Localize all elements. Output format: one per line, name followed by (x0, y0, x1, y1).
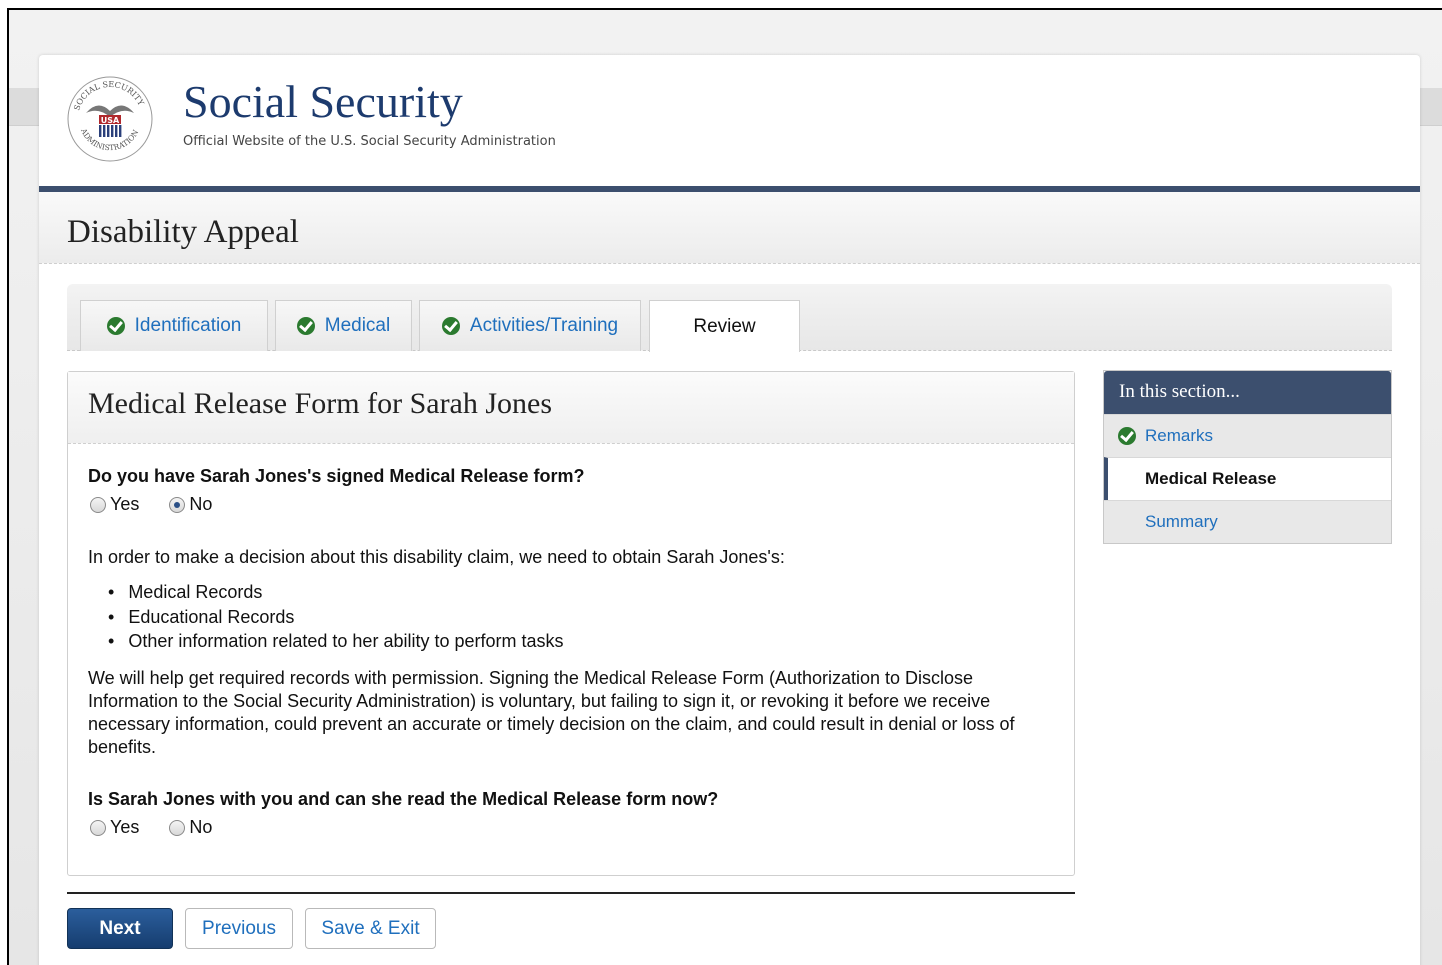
tab-medical[interactable]: Medical (275, 300, 412, 351)
radio-read-no[interactable]: No (169, 817, 212, 838)
records-list: Medical Records Educational Records Othe… (108, 580, 564, 654)
radio-circle-icon (90, 819, 106, 836)
page-title: Disability Appeal (67, 214, 299, 250)
button-divider (67, 892, 1075, 894)
radio-circle-icon (169, 819, 186, 836)
intro-text: In order to make a decision about this d… (88, 547, 785, 567)
previous-button[interactable]: Previous (185, 908, 293, 949)
save-exit-button[interactable]: Save & Exit (305, 908, 436, 949)
site-header: SOCIAL SECURITY ADMINISTRATION USA Socia… (39, 55, 1420, 186)
check-circle-icon (1118, 427, 1136, 445)
info-text: We will help get required records with p… (88, 668, 1015, 757)
title-band: Disability Appeal (39, 192, 1420, 264)
medical-release-panel: Medical Release Form for Sarah Jones Do … (67, 371, 1075, 876)
panel-header: Medical Release Form for Sarah Jones (68, 372, 1074, 444)
sidebar-heading: In this section... (1104, 371, 1391, 414)
panel-title: Medical Release Form for Sarah Jones (88, 387, 553, 420)
radio-circle-icon (90, 496, 106, 513)
question-read-now: Is Sarah Jones with you and can she read… (88, 789, 719, 809)
tab-identification[interactable]: Identification (80, 300, 268, 351)
browser-viewport: SOCIAL SECURITY ADMINISTRATION USA Socia… (7, 8, 1442, 965)
section-sidebar: In this section... Remarks Medical Relea… (1103, 370, 1392, 544)
svg-text:USA: USA (101, 116, 120, 125)
radio-selected-icon (169, 496, 186, 513)
radio-group-read-now: Yes No (90, 817, 212, 838)
tab-activities-training[interactable]: Activities/Training (419, 300, 641, 351)
check-circle-icon (441, 317, 460, 335)
sidebar-item-summary[interactable]: Summary (1104, 500, 1391, 543)
site-title[interactable]: Social Security (183, 79, 463, 125)
check-circle-icon (106, 317, 125, 335)
radio-group-signed-release: Yes No (90, 494, 212, 515)
sidebar-item-medical-release[interactable]: Medical Release (1104, 457, 1391, 500)
question-signed-release: Do you have Sarah Jones's signed Medical… (88, 466, 585, 486)
tab-strip: Identification Medical Activities/Traini… (67, 284, 1392, 352)
ssa-seal-icon: SOCIAL SECURITY ADMINISTRATION USA (67, 76, 153, 162)
sidebar-item-remarks[interactable]: Remarks (1104, 414, 1391, 457)
site-subtitle: Official Website of the U.S. Social Secu… (183, 134, 556, 149)
list-item: Other information related to her ability… (108, 629, 563, 654)
check-circle-icon (296, 317, 315, 335)
radio-signed-yes[interactable]: Yes (90, 494, 139, 515)
tab-review[interactable]: Review (649, 300, 800, 352)
list-item: Medical Records (108, 580, 564, 605)
list-item: Educational Records (108, 605, 564, 630)
radio-read-yes[interactable]: Yes (90, 817, 139, 838)
next-button[interactable]: Next (67, 908, 173, 949)
radio-signed-no[interactable]: No (169, 494, 212, 515)
